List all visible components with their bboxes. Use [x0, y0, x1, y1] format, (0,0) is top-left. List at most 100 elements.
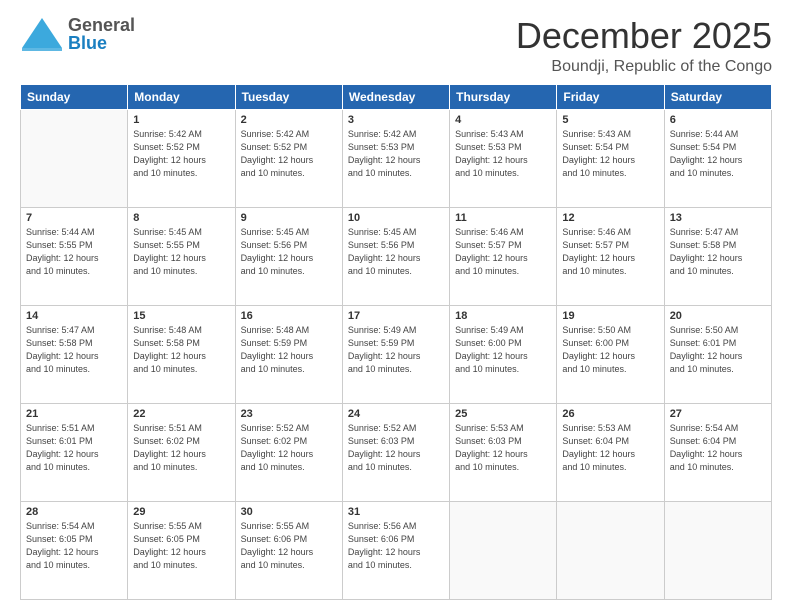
day-number: 12 — [562, 212, 658, 224]
calendar-day-cell: 15 Sunrise: 5:48 AMSunset: 5:58 PMDayligh… — [128, 305, 235, 403]
day-number: 4 — [455, 114, 551, 126]
day-number: 6 — [670, 114, 766, 126]
day-info: Sunrise: 5:54 AMSunset: 6:05 PMDaylight:… — [26, 520, 122, 572]
calendar-day-cell: 13 Sunrise: 5:47 AMSunset: 5:58 PMDayligh… — [664, 207, 771, 305]
calendar-week-row: 14 Sunrise: 5:47 AMSunset: 5:58 PMDayligh… — [21, 305, 772, 403]
calendar-day-cell: 28Sunrise: 5:54 AMSunset: 6:05 PMDayligh… — [21, 501, 128, 599]
calendar-day-cell: 16 Sunrise: 5:48 AMSunset: 5:59 PMDayligh… — [235, 305, 342, 403]
day-info: Sunrise: 5:51 AMSunset: 6:01 PMDaylight:… — [26, 422, 122, 474]
day-info: Sunrise: 5:52 AMSunset: 6:02 PMDaylight:… — [241, 422, 337, 474]
day-info: Sunrise: 5:54 AMSunset: 6:04 PMDaylight:… — [670, 422, 766, 474]
title-section: December 2025 Boundji, Republic of the C… — [516, 16, 772, 76]
calendar-day-cell: 30 Sunrise: 5:55 AMSunset: 6:06 PMDayligh… — [235, 501, 342, 599]
page: General Blue December 2025 Boundji, Repu… — [0, 0, 792, 612]
calendar-day-cell: 4 Sunrise: 5:43 AMSunset: 5:53 PMDaylight… — [450, 109, 557, 207]
day-info: Sunrise: 5:55 AMSunset: 6:06 PMDaylight:… — [241, 520, 337, 572]
day-number: 29 — [133, 506, 229, 518]
calendar-day-cell: 9 Sunrise: 5:45 AMSunset: 5:56 PMDaylight… — [235, 207, 342, 305]
day-info: Sunrise: 5:48 AMSunset: 5:58 PMDaylight:… — [133, 324, 229, 376]
calendar-day-header: Monday — [128, 84, 235, 109]
calendar-day-cell: 11 Sunrise: 5:46 AMSunset: 5:57 PMDayligh… — [450, 207, 557, 305]
day-info: Sunrise: 5:49 AMSunset: 5:59 PMDaylight:… — [348, 324, 444, 376]
day-number: 13 — [670, 212, 766, 224]
calendar-day-cell: 23 Sunrise: 5:52 AMSunset: 6:02 PMDayligh… — [235, 403, 342, 501]
day-info: Sunrise: 5:48 AMSunset: 5:59 PMDaylight:… — [241, 324, 337, 376]
calendar-week-row: 21 Sunrise: 5:51 AMSunset: 6:01 PMDayligh… — [21, 403, 772, 501]
day-info: Sunrise: 5:47 AMSunset: 5:58 PMDaylight:… — [670, 226, 766, 278]
day-number: 17 — [348, 310, 444, 322]
day-info: Sunrise: 5:53 AMSunset: 6:04 PMDaylight:… — [562, 422, 658, 474]
calendar-day-cell: 10 Sunrise: 5:45 AMSunset: 5:56 PMDayligh… — [342, 207, 449, 305]
day-number: 5 — [562, 114, 658, 126]
day-info: Sunrise: 5:43 AMSunset: 5:54 PMDaylight:… — [562, 128, 658, 180]
calendar-day-cell: 8 Sunrise: 5:45 AMSunset: 5:55 PMDaylight… — [128, 207, 235, 305]
day-info: Sunrise: 5:46 AMSunset: 5:57 PMDaylight:… — [455, 226, 551, 278]
calendar-day-cell: 31Sunrise: 5:56 AMSunset: 6:06 PMDayligh… — [342, 501, 449, 599]
calendar-day-cell: 27 Sunrise: 5:54 AMSunset: 6:04 PMDayligh… — [664, 403, 771, 501]
calendar-day-cell — [557, 501, 664, 599]
day-info: Sunrise: 5:42 AMSunset: 5:52 PMDaylight:… — [133, 128, 229, 180]
calendar-day-header: Saturday — [664, 84, 771, 109]
calendar-day-header: Wednesday — [342, 84, 449, 109]
day-number: 22 — [133, 408, 229, 420]
day-info: Sunrise: 5:45 AMSunset: 5:56 PMDaylight:… — [241, 226, 337, 278]
calendar-day-cell: 1 Sunrise: 5:42 AMSunset: 5:52 PMDaylight… — [128, 109, 235, 207]
logo-general-text: General — [68, 16, 135, 34]
day-number: 2 — [241, 114, 337, 126]
day-info: Sunrise: 5:43 AMSunset: 5:53 PMDaylight:… — [455, 128, 551, 180]
logo: General Blue — [20, 16, 135, 52]
day-number: 18 — [455, 310, 551, 322]
calendar-day-cell — [21, 109, 128, 207]
day-info: Sunrise: 5:44 AMSunset: 5:54 PMDaylight:… — [670, 128, 766, 180]
day-number: 1 — [133, 114, 229, 126]
day-info: Sunrise: 5:52 AMSunset: 6:03 PMDaylight:… — [348, 422, 444, 474]
calendar-day-cell: 24 Sunrise: 5:52 AMSunset: 6:03 PMDayligh… — [342, 403, 449, 501]
calendar-day-cell: 26Sunrise: 5:53 AMSunset: 6:04 PMDayligh… — [557, 403, 664, 501]
day-number: 14 — [26, 310, 122, 322]
calendar-day-cell: 18 Sunrise: 5:49 AMSunset: 6:00 PMDayligh… — [450, 305, 557, 403]
main-title: December 2025 — [516, 16, 772, 56]
day-info: Sunrise: 5:55 AMSunset: 6:05 PMDaylight:… — [133, 520, 229, 572]
calendar-day-cell: 21 Sunrise: 5:51 AMSunset: 6:01 PMDayligh… — [21, 403, 128, 501]
day-number: 7 — [26, 212, 122, 224]
day-number: 27 — [670, 408, 766, 420]
calendar-day-cell: 22 Sunrise: 5:51 AMSunset: 6:02 PMDayligh… — [128, 403, 235, 501]
calendar-header-row: SundayMondayTuesdayWednesdayThursdayFrid… — [21, 84, 772, 109]
day-number: 16 — [241, 310, 337, 322]
day-info: Sunrise: 5:45 AMSunset: 5:56 PMDaylight:… — [348, 226, 444, 278]
calendar-week-row: 28Sunrise: 5:54 AMSunset: 6:05 PMDayligh… — [21, 501, 772, 599]
day-number: 30 — [241, 506, 337, 518]
calendar-table: SundayMondayTuesdayWednesdayThursdayFrid… — [20, 84, 772, 600]
day-number: 20 — [670, 310, 766, 322]
calendar-day-cell — [450, 501, 557, 599]
day-info: Sunrise: 5:47 AMSunset: 5:58 PMDaylight:… — [26, 324, 122, 376]
day-number: 15 — [133, 310, 229, 322]
subtitle: Boundji, Republic of the Congo — [516, 58, 772, 76]
day-number: 9 — [241, 212, 337, 224]
logo-text-box: General Blue — [68, 16, 135, 52]
day-info: Sunrise: 5:49 AMSunset: 6:00 PMDaylight:… — [455, 324, 551, 376]
calendar-day-cell: 5 Sunrise: 5:43 AMSunset: 5:54 PMDaylight… — [557, 109, 664, 207]
calendar-day-cell: 29 Sunrise: 5:55 AMSunset: 6:05 PMDayligh… — [128, 501, 235, 599]
calendar-day-cell: 3Sunrise: 5:42 AMSunset: 5:53 PMDaylight… — [342, 109, 449, 207]
calendar-week-row: 7Sunrise: 5:44 AMSunset: 5:55 PMDaylight… — [21, 207, 772, 305]
day-number: 25 — [455, 408, 551, 420]
day-info: Sunrise: 5:51 AMSunset: 6:02 PMDaylight:… — [133, 422, 229, 474]
header: General Blue December 2025 Boundji, Repu… — [20, 16, 772, 76]
calendar-day-cell: 25Sunrise: 5:53 AMSunset: 6:03 PMDayligh… — [450, 403, 557, 501]
day-info: Sunrise: 5:45 AMSunset: 5:55 PMDaylight:… — [133, 226, 229, 278]
day-number: 24 — [348, 408, 444, 420]
day-number: 21 — [26, 408, 122, 420]
day-number: 8 — [133, 212, 229, 224]
day-number: 3 — [348, 114, 444, 126]
day-number: 19 — [562, 310, 658, 322]
day-info: Sunrise: 5:50 AMSunset: 6:01 PMDaylight:… — [670, 324, 766, 376]
day-number: 31 — [348, 506, 444, 518]
day-number: 10 — [348, 212, 444, 224]
calendar-day-header: Thursday — [450, 84, 557, 109]
day-info: Sunrise: 5:46 AMSunset: 5:57 PMDaylight:… — [562, 226, 658, 278]
day-number: 23 — [241, 408, 337, 420]
calendar-day-cell: 6 Sunrise: 5:44 AMSunset: 5:54 PMDaylight… — [664, 109, 771, 207]
logo-blue-text: Blue — [68, 34, 135, 52]
day-number: 11 — [455, 212, 551, 224]
